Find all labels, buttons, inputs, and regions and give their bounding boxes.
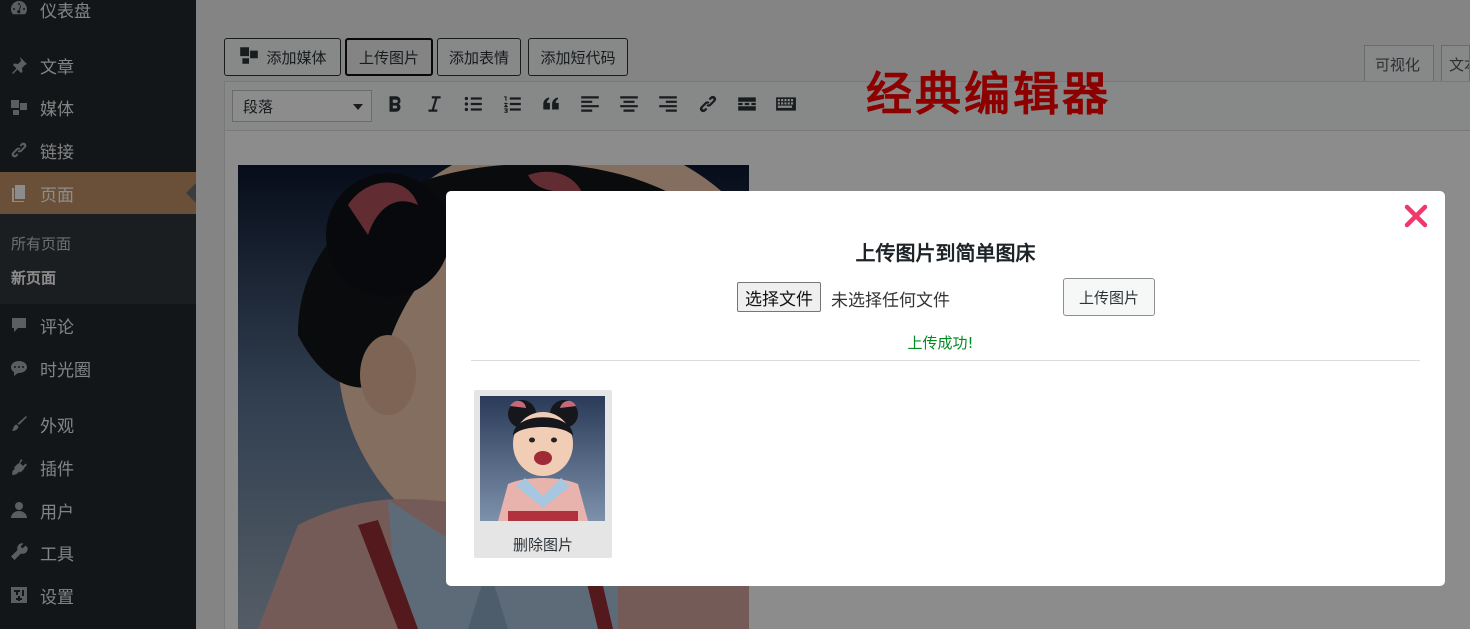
choose-file-button[interactable]: 选择文件 [737, 282, 821, 312]
divider [471, 360, 1420, 361]
delete-image-button[interactable]: 删除图片 [474, 534, 612, 555]
upload-image-modal: 上传图片到简单图床 选择文件 未选择任何文件 上传图片 上传成功! 删除图片 [446, 191, 1445, 586]
modal-title: 上传图片到简单图床 [855, 241, 1036, 265]
submit-upload-button[interactable]: 上传图片 [1063, 278, 1155, 316]
uploaded-image-card: 删除图片 [474, 390, 612, 558]
uploaded-image-thumbnail[interactable] [480, 396, 605, 521]
close-button[interactable] [1401, 201, 1431, 231]
close-icon [1401, 204, 1431, 235]
upload-success-message: 上传成功! [907, 334, 974, 352]
file-status-text: 未选择任何文件 [831, 291, 950, 311]
